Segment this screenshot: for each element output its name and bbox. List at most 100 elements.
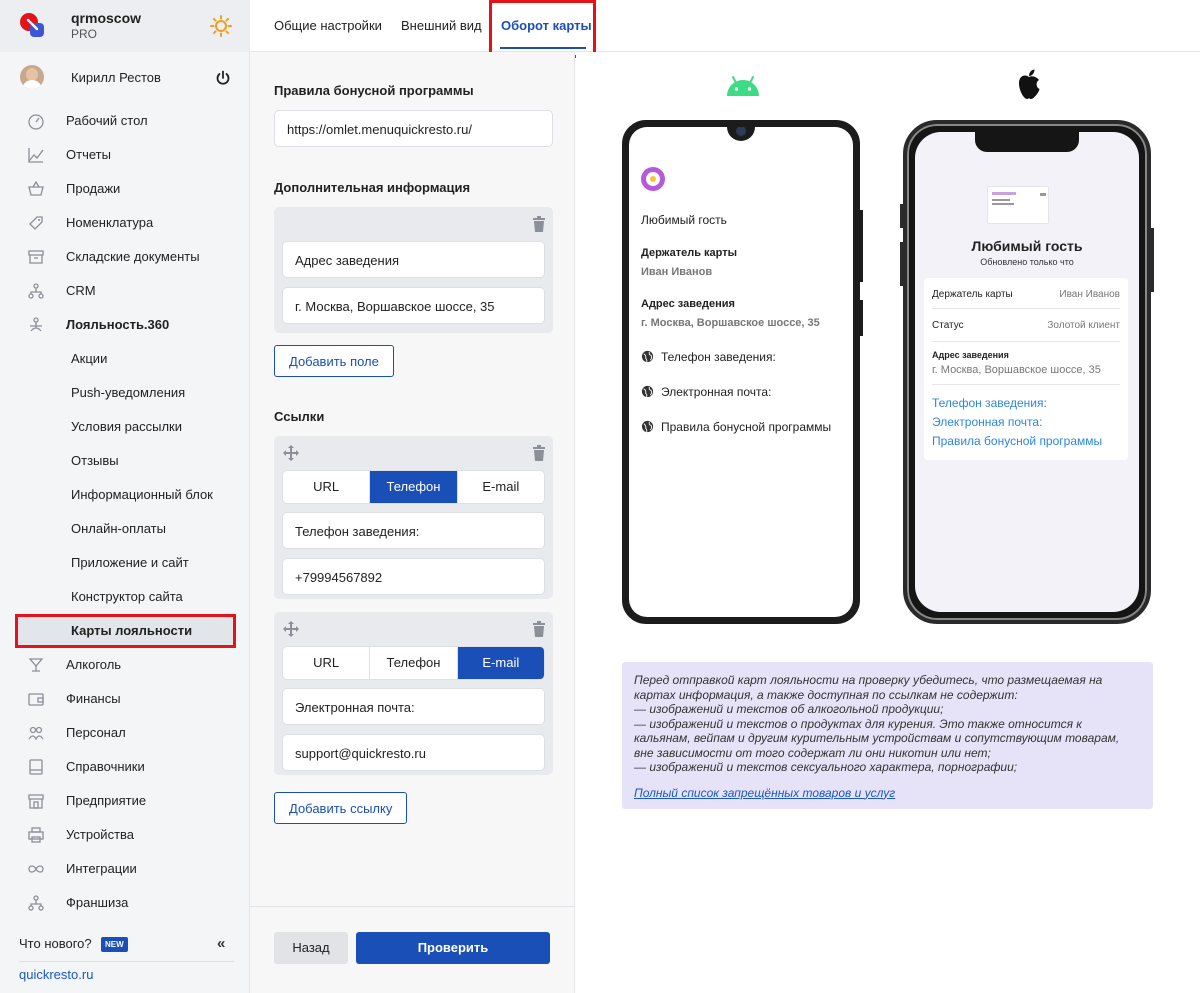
trash-icon[interactable] — [532, 445, 546, 461]
add-field-button[interactable]: Добавить поле — [274, 345, 394, 377]
card-title: Любимый гость — [971, 238, 1083, 254]
link-type-email[interactable]: E-mail — [457, 647, 544, 679]
preview-link: Телефон заведения: — [932, 396, 1047, 410]
globe-icon — [641, 350, 654, 363]
avatar — [20, 65, 44, 89]
add-link-button[interactable]: Добавить ссылку — [274, 792, 408, 824]
sidebar-subitem-promotions[interactable]: Акции — [0, 342, 250, 376]
sidebar-item-loyalty[interactable]: Лояльность.360 — [0, 308, 250, 342]
tag-icon — [29, 216, 43, 230]
sidebar-item-franchise[interactable]: Франшиза — [0, 886, 250, 920]
card-details-panel: Держатель карты Иван Иванов Статус Золот… — [924, 278, 1128, 460]
status-value: Золотой клиент — [1047, 320, 1120, 331]
link-label-input[interactable]: Телефон заведения: — [282, 512, 545, 549]
back-button[interactable]: Назад — [274, 932, 348, 964]
sidebar-subitem-label: Информационный блок — [71, 487, 213, 502]
network-icon — [28, 895, 44, 911]
extra-info-value-input[interactable]: г. Москва, Воршавское шоссе, 35 — [282, 287, 545, 324]
check-button[interactable]: Проверить — [356, 932, 550, 964]
link-value-input[interactable]: +79994567892 — [282, 558, 545, 595]
link-type-selector: URL Телефон E-mail — [282, 646, 545, 680]
divider — [19, 961, 234, 962]
sidebar-subitem-info-block[interactable]: Информационный блок — [0, 478, 250, 512]
address-value: г. Москва, Воршавское шоссе, 35 — [932, 364, 1101, 376]
holder-label: Держатель карты — [641, 247, 738, 259]
sidebar-item-integrations[interactable]: Интеграции — [0, 852, 250, 886]
phone-side-button — [1151, 228, 1154, 292]
sidebar-subitem-online-payments[interactable]: Онлайн-оплаты — [0, 512, 250, 546]
sidebar-item-directories[interactable]: Справочники — [0, 750, 250, 784]
tab-general-settings[interactable]: Общие настройки — [274, 18, 382, 33]
sun-icon[interactable] — [210, 15, 232, 37]
preview-link-label: Правила бонусной программы — [661, 420, 832, 434]
link-type-url[interactable]: URL — [283, 647, 371, 679]
sidebar-item-label: Лояльность.360 — [66, 317, 170, 332]
preview-link-label: Телефон заведения: — [661, 350, 776, 364]
sidebar-item-nomenclature[interactable]: Номенклатура — [0, 206, 250, 240]
infinity-icon — [28, 865, 44, 873]
link-type-email[interactable]: E-mail — [458, 471, 544, 503]
card-thumbnail — [987, 186, 1049, 224]
sidebar-item-finance[interactable]: Финансы — [0, 682, 250, 716]
forbidden-list-link[interactable]: Полный список запрещённых товаров и услу… — [634, 786, 1141, 801]
settings-form: Правила бонусной программы https://omlet… — [250, 52, 575, 993]
address-value: г. Москва, Воршавское шоссе, 35 — [641, 317, 820, 329]
sidebar-subitem-loyalty-cards[interactable]: Карты лояльности — [15, 614, 236, 648]
sidebar-subitem-app-site[interactable]: Приложение и сайт — [0, 546, 250, 580]
whats-new-link[interactable]: Что нового? — [19, 936, 92, 951]
holder-value: Иван Иванов — [641, 266, 713, 278]
sidebar-item-crm[interactable]: CRM — [0, 274, 250, 308]
trash-icon[interactable] — [532, 621, 546, 637]
sidebar-subitem-label: Push-уведомления — [71, 385, 186, 400]
sidebar-item-label: Складские документы — [66, 249, 200, 264]
ios-notch — [975, 132, 1079, 152]
user-profile[interactable]: Кирилл Рестов — [0, 60, 250, 96]
wallet-icon — [28, 693, 44, 706]
extra-info-label-input[interactable]: Адрес заведения — [282, 241, 545, 278]
brand-header: qrmoscow PRO — [0, 0, 250, 52]
link-value-input[interactable]: support@quickresto.ru — [282, 734, 545, 771]
org-chart-icon — [28, 283, 44, 299]
link-type-phone[interactable]: Телефон — [370, 471, 458, 503]
link-label-input[interactable]: Электронная почта: — [282, 688, 545, 725]
book-icon — [29, 759, 43, 775]
link-group-phone: URL Телефон E-mail Телефон заведения: +7… — [274, 436, 553, 599]
sidebar-item-warehouse[interactable]: Складские документы — [0, 240, 250, 274]
move-icon[interactable] — [282, 620, 300, 638]
link-type-phone[interactable]: Телефон — [370, 647, 458, 679]
sidebar-subitem-reviews[interactable]: Отзывы — [0, 444, 250, 478]
site-link[interactable]: quickresto.ru — [19, 967, 93, 982]
sidebar-subitem-label: Карты лояльности — [71, 623, 193, 638]
sidebar-item-staff[interactable]: Персонал — [0, 716, 250, 750]
user-name: Кирилл Рестов — [71, 70, 161, 85]
preview-link-label: Электронная почта: — [661, 385, 772, 399]
sidebar-item-enterprise[interactable]: Предприятие — [0, 784, 250, 818]
extra-info-group: Адрес заведения г. Москва, Воршавское шо… — [274, 207, 553, 333]
store-icon — [28, 794, 44, 809]
power-icon[interactable] — [215, 70, 231, 86]
sidebar-item-reports[interactable]: Отчеты — [0, 138, 250, 172]
android-icon — [727, 76, 759, 96]
brand-name: qrmoscow — [71, 10, 142, 26]
move-icon[interactable] — [282, 444, 300, 462]
sidebar-subitem-label: Приложение и сайт — [71, 555, 189, 570]
extra-info-title: Дополнительная информация — [274, 180, 471, 195]
link-type-url[interactable]: URL — [283, 471, 371, 503]
trash-icon[interactable] — [532, 216, 546, 232]
sidebar-item-sales[interactable]: Продажи — [0, 172, 250, 206]
collapse-sidebar-button[interactable]: « — [217, 935, 225, 952]
sidebar-subitem-site-builder[interactable]: Конструктор сайта — [0, 580, 250, 614]
sidebar-item-alcohol[interactable]: Алкоголь — [0, 648, 250, 682]
sidebar-subitem-label: Условия рассылки — [71, 419, 183, 434]
sidebar-subitem-mailing-conditions[interactable]: Условия рассылки — [0, 410, 250, 444]
divider — [932, 384, 1120, 385]
sidebar-subitem-push[interactable]: Push-уведомления — [0, 376, 250, 410]
tab-appearance[interactable]: Внешний вид — [401, 18, 482, 33]
sidebar-item-desktop[interactable]: Рабочий стол — [0, 104, 250, 138]
sidebar-item-devices[interactable]: Устройства — [0, 818, 250, 852]
tab-highlight-frame — [489, 0, 596, 58]
bonus-rules-url-input[interactable]: https://omlet.menuquickresto.ru/ — [274, 110, 553, 147]
address-label: Адрес заведения — [932, 350, 1009, 360]
camera-notch — [727, 127, 755, 141]
glass-icon — [28, 658, 44, 672]
